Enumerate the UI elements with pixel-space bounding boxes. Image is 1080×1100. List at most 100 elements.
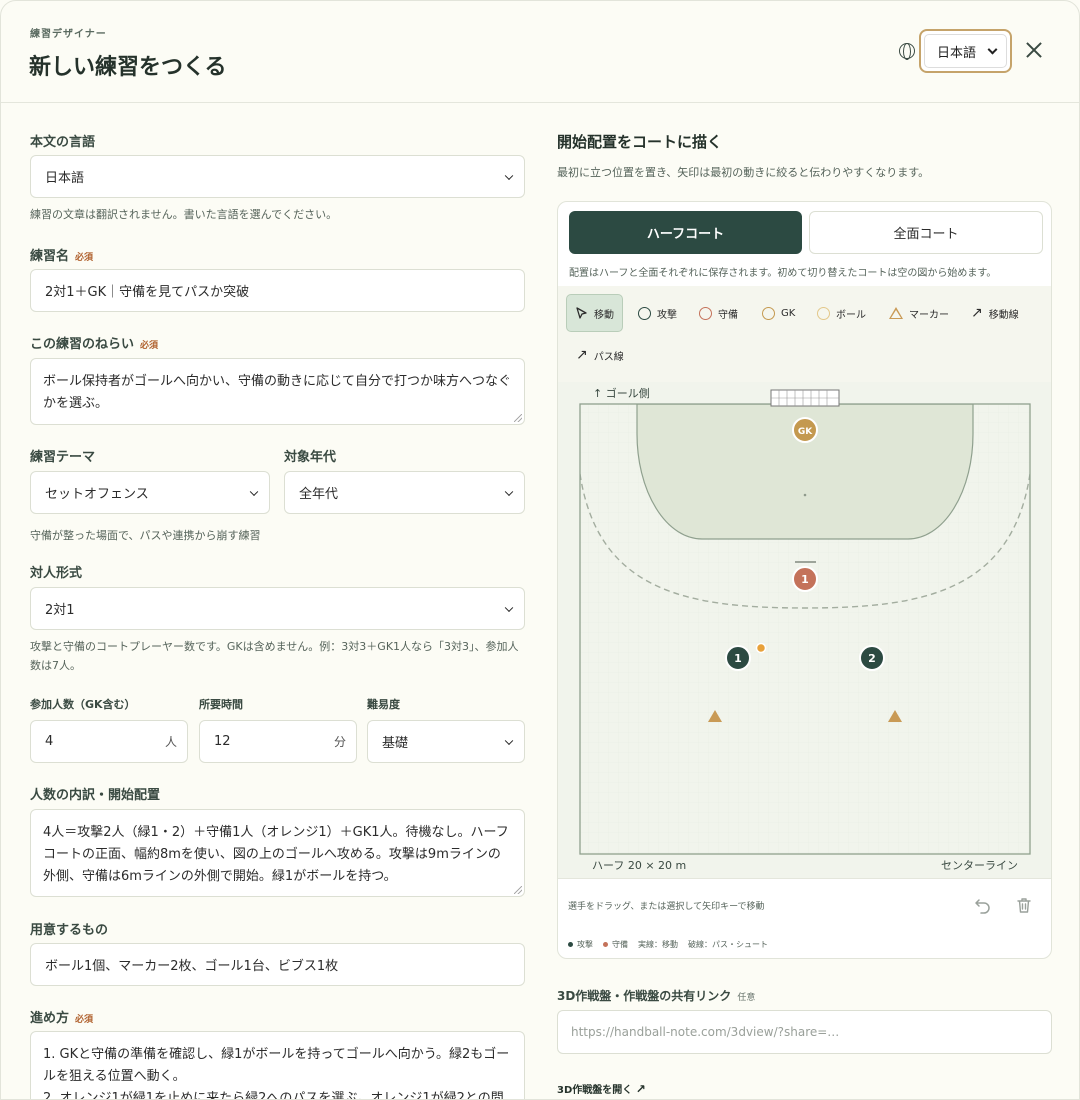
ball-circle-icon <box>817 306 830 320</box>
age-value: 全年代 <box>299 487 339 502</box>
age-select[interactable]: 全年代 <box>284 471 525 514</box>
duration-label: 所要時間 <box>199 698 243 711</box>
breakdown-value: 4人＝攻撃2人（緑1・2）＋守備1人（オレンジ1）＋GK1人。待機なし。ハーフコ… <box>43 825 509 884</box>
arrow-up-right-icon: ↗ <box>971 305 983 321</box>
tab-half-court[interactable]: ハーフコート <box>569 211 802 254</box>
close-icon[interactable] <box>1023 39 1045 61</box>
svg-text:2: 2 <box>868 652 876 665</box>
court-size-label: ハーフ 20 × 20 m <box>592 859 686 872</box>
name-input[interactable]: 2対1＋GK｜守備を見てパスか突破 <box>30 269 525 312</box>
participants-value: 4 <box>45 734 54 749</box>
participants-input[interactable]: 4人 <box>30 720 188 763</box>
undo-icon[interactable] <box>973 895 993 915</box>
attacker-token-2[interactable]: 2 <box>859 645 885 671</box>
age-label: 対象年代 <box>284 450 337 465</box>
arrow-up-right-icon: ↗ <box>576 347 588 363</box>
external-link-icon: ↗ <box>635 1082 646 1096</box>
cursor-icon <box>576 306 587 319</box>
equipment-input[interactable]: ボール1個、マーカー2枚、ゴール1台、ビブス1枚 <box>30 943 525 986</box>
dialog-header: 練習デザイナー 新しい練習をつくる 日本語 <box>1 1 1079 103</box>
ball-token[interactable] <box>755 642 767 654</box>
tool-pass-line[interactable]: ↗ パス線 <box>576 337 624 373</box>
svg-text:1: 1 <box>734 652 742 665</box>
required-badge: 必須 <box>140 341 159 351</box>
theme-help: 守備が整った場面で、パスや連携から崩す練習 <box>30 529 261 542</box>
chevron-down-icon <box>504 603 514 612</box>
goal-side-label: ↑ ゴール側 <box>593 386 650 400</box>
body-language-select[interactable]: 日本語 <box>30 155 525 198</box>
attack-dot <box>568 942 573 947</box>
tool-palette: 移動 攻撃 守備 GK ボール マーカー ↗ 移動線 ↗ パス線 <box>558 286 1051 382</box>
court-section-subtitle: 最初に立つ位置を置き、矢印は最初の動きに絞ると伝わりやすくなります。 <box>557 166 930 179</box>
open-3d-board-link[interactable]: 3D作戦盤を開く ↗ <box>557 1081 646 1096</box>
duration-input[interactable]: 12 分 <box>199 720 357 763</box>
tool-move[interactable]: 移動 <box>566 294 623 332</box>
svg-text:1: 1 <box>801 573 809 586</box>
defense-dot <box>603 942 608 947</box>
format-select[interactable]: 2対1 <box>30 587 525 630</box>
ui-language-select[interactable]: 日本語 <box>919 29 1012 73</box>
required-badge: 必須 <box>75 1015 94 1025</box>
court-note: 配置はハーフと全面それぞれに保存されます。初めて切り替えたコートは空の図から始め… <box>569 268 997 279</box>
optional-badge: 任意 <box>737 993 756 1003</box>
aim-textarea[interactable]: ボール保持者がゴールへ向かい、守備の動きに応じて自分で打つか味方へつなぐかを選ぶ… <box>30 358 525 425</box>
theme-select[interactable]: セットオフェンス <box>30 471 270 514</box>
tool-move-line[interactable]: ↗ 移動線 <box>971 295 1019 331</box>
tool-attack[interactable]: 攻撃 <box>638 295 677 331</box>
trash-icon[interactable] <box>1014 895 1034 915</box>
center-line-label: センターライン <box>941 859 1018 872</box>
defense-circle-icon <box>699 306 712 320</box>
body-language-help: 練習の文章は翻訳されません。書いた言語を選んでください。 <box>30 208 338 221</box>
tool-marker[interactable]: マーカー <box>889 295 949 331</box>
name-value: 2対1＋GK｜守備を見てパスか突破 <box>45 285 250 300</box>
chevron-down-icon <box>249 487 259 496</box>
court-canvas[interactable]: ↑ ゴール側 ハーフ 20 × 20 m センターライン GK 1 1 2 <box>558 382 1052 878</box>
chevron-down-icon <box>987 44 998 55</box>
page-title: 新しい練習をつくる <box>29 55 227 80</box>
drill-designer-dialog: 練習デザイナー 新しい練習をつくる 日本語 本文の言語 日本語 練習の文章は翻訳… <box>0 0 1080 1100</box>
duration-unit: 分 <box>333 735 346 749</box>
tool-ball[interactable]: ボール <box>817 295 866 331</box>
chevron-down-icon <box>504 487 514 496</box>
globe-icon <box>899 43 915 60</box>
tool-gk[interactable]: GK <box>762 295 795 331</box>
gk-circle-icon <box>762 306 775 320</box>
format-value: 2対1 <box>45 603 75 618</box>
equipment-label: 用意するもの <box>30 923 109 938</box>
defender-token[interactable]: 1 <box>792 566 818 592</box>
theme-value: セットオフェンス <box>45 487 149 502</box>
duration-value: 12 <box>214 734 231 749</box>
format-help: 攻撃と守備のコートプレーヤー数です。GKは含めません。例：3対3＋GK1人なら「… <box>30 640 519 672</box>
body-language-label: 本文の言語 <box>30 135 96 150</box>
body-language-value: 日本語 <box>45 171 85 186</box>
share-link-placeholder: https://handball-note.com/3dview/?share=… <box>571 1025 840 1039</box>
procedure-label: 進め方 必須 <box>30 1011 94 1026</box>
theme-label: 練習テーマ <box>30 450 96 465</box>
chevron-down-icon <box>504 171 514 180</box>
procedure-value: 1. GKと守備の準備を確認し、緑1がボールを持ってゴールへ向かう。緑2もゴール… <box>43 1047 510 1100</box>
goalkeeper-token[interactable]: GK <box>792 417 818 443</box>
drag-hint: 選手をドラッグ、または選択して矢印キーで移動 <box>568 902 765 912</box>
breakdown-textarea[interactable]: 4人＝攻撃2人（緑1・2）＋守備1人（オレンジ1）＋GK1人。待機なし。ハーフコ… <box>30 809 525 897</box>
ui-language-value: 日本語 <box>937 45 977 61</box>
required-badge: 必須 <box>75 253 94 263</box>
resize-handle[interactable] <box>514 886 522 894</box>
share-link-input[interactable]: https://handball-note.com/3dview/?share=… <box>557 1010 1052 1054</box>
eyebrow: 練習デザイナー <box>30 29 107 40</box>
participants-unit: 人 <box>164 735 177 749</box>
share-link-label: 3D作戦盤・作戦盤の共有リンク 任意 <box>557 989 756 1003</box>
difficulty-select[interactable]: 基礎 <box>367 720 525 763</box>
penalty-spot <box>803 493 807 497</box>
resize-handle[interactable] <box>514 414 522 422</box>
attack-circle-icon <box>638 306 651 320</box>
procedure-textarea[interactable]: 1. GKと守備の準備を確認し、緑1がボールを持ってゴールへ向かう。緑2もゴール… <box>30 1031 525 1100</box>
tool-defense[interactable]: 守備 <box>699 295 738 331</box>
tab-full-court[interactable]: 全面コート <box>809 211 1043 254</box>
participants-label: 参加人数（GK含む） <box>30 698 136 711</box>
svg-text:GK: GK <box>798 427 813 437</box>
equipment-value: ボール1個、マーカー2枚、ゴール1台、ビブス1枚 <box>45 959 339 974</box>
chevron-down-icon <box>504 736 514 745</box>
court-editor: ハーフコート 全面コート 配置はハーフと全面それぞれに保存されます。初めて切り替… <box>557 201 1052 959</box>
attacker-token-1[interactable]: 1 <box>725 645 751 671</box>
difficulty-value: 基礎 <box>382 736 409 751</box>
